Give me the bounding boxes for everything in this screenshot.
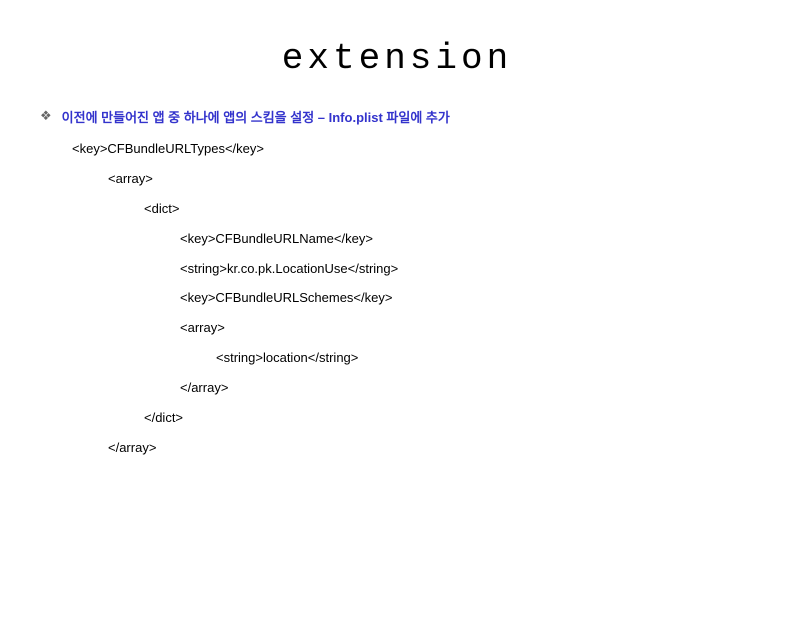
code-line: </dict> <box>144 403 794 433</box>
code-line: <key>CFBundleURLTypes</key> <box>72 134 794 164</box>
code-line: <key>CFBundleURLName</key> <box>180 224 794 254</box>
code-line: <array> <box>180 313 794 343</box>
code-line: <string>location</string> <box>216 343 794 373</box>
bullet-text: 이전에 만들어진 앱 중 하나에 앱의 스킴을 설정 – Info.plist … <box>62 107 450 126</box>
bullet-icon: ❖ <box>40 108 52 124</box>
content-area: ❖ 이전에 만들어진 앱 중 하나에 앱의 스킴을 설정 – Info.plis… <box>40 107 794 463</box>
code-line: <string>kr.co.pk.LocationUse</string> <box>180 254 794 284</box>
page-title: extension <box>0 38 794 79</box>
code-line: </array> <box>180 373 794 403</box>
code-line: <key>CFBundleURLSchemes</key> <box>180 283 794 313</box>
code-line: </array> <box>108 433 794 463</box>
code-line: <array> <box>108 164 794 194</box>
code-block: <key>CFBundleURLTypes</key> <array> <dic… <box>72 134 794 463</box>
bullet-point: ❖ 이전에 만들어진 앱 중 하나에 앱의 스킴을 설정 – Info.plis… <box>40 107 794 126</box>
code-line: <dict> <box>144 194 794 224</box>
